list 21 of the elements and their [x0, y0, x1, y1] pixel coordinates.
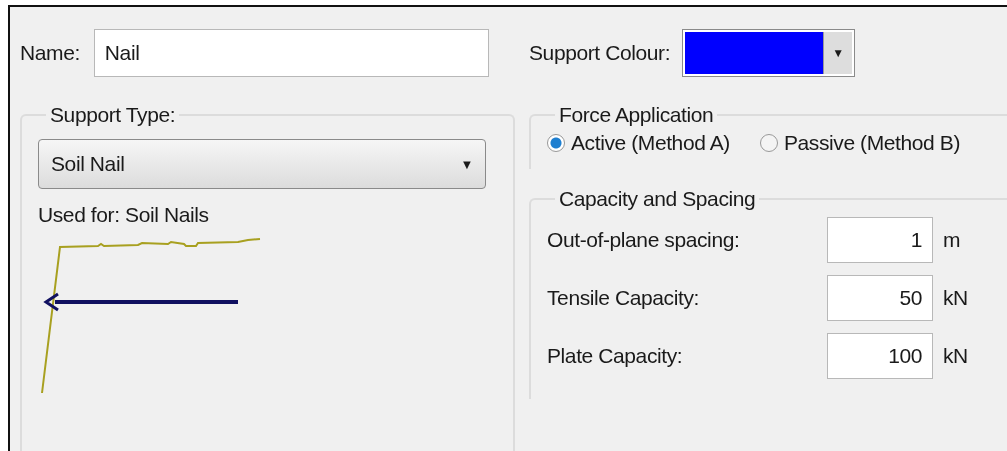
unit-label: m	[943, 228, 961, 252]
field-label: Tensile Capacity:	[547, 286, 700, 310]
group-title: Capacity and Spacing	[558, 187, 757, 211]
radio-option[interactable]: Passive (Method B)	[759, 131, 960, 155]
field-label: Out-of-plane spacing:	[547, 228, 741, 252]
support-colour-label: Support Colour:	[529, 41, 671, 65]
support-type-dropdown[interactable]: Soil Nail ▼	[38, 139, 486, 189]
group-title: Force Application	[558, 103, 715, 127]
unit-label: kN	[943, 344, 968, 368]
name-label: Name:	[20, 41, 80, 65]
colour-picker[interactable]: ▼	[682, 29, 856, 77]
number-field[interactable]: 100	[827, 333, 933, 379]
name-field[interactable]: Nail	[93, 29, 489, 77]
radio-option[interactable]: Active (Method A)	[547, 131, 730, 155]
number-field[interactable]: 1	[827, 217, 933, 263]
field-label: Plate Capacity:	[547, 344, 684, 368]
unit-label: kN	[943, 286, 968, 310]
used-for-text: Used for: Soil Nails	[38, 203, 210, 227]
group-title: Support Type:	[49, 103, 177, 127]
number-field[interactable]: 50	[827, 275, 933, 321]
caret-icon: ▼	[460, 156, 473, 172]
